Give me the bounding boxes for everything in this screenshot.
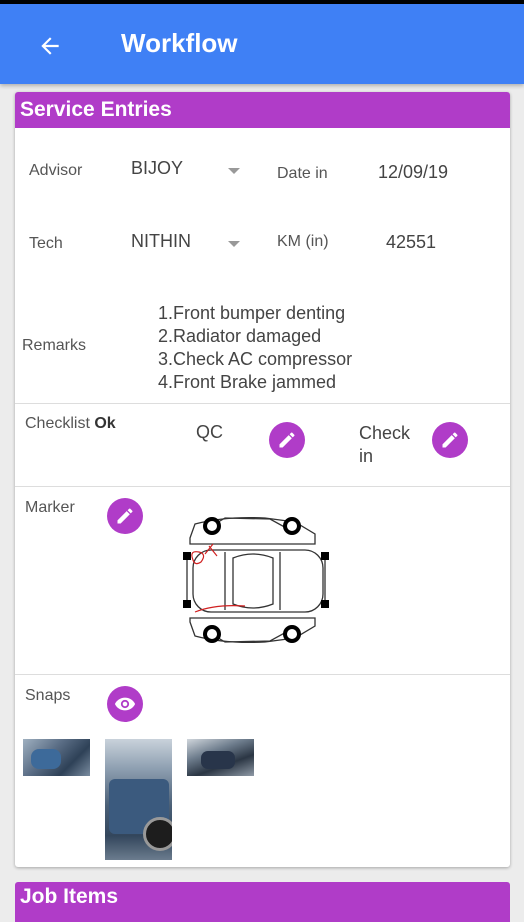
car-photo-shape: [201, 751, 235, 769]
snap-thumbnail[interactable]: [105, 739, 172, 860]
tech-value: NITHIN: [131, 231, 191, 251]
advisor-dropdown[interactable]: BIJOY: [125, 152, 250, 186]
arrow-left-icon: [41, 37, 59, 55]
tech-label: Tech: [29, 235, 63, 252]
marker-edit-button[interactable]: [107, 498, 143, 534]
back-button[interactable]: [30, 26, 70, 66]
service-entries-header: Service Entries: [15, 92, 510, 128]
marker-label: Marker: [25, 499, 75, 516]
tech-dropdown[interactable]: NITHIN: [125, 225, 250, 259]
remark-line: 4.Front Brake jammed: [158, 372, 337, 392]
divider: [15, 403, 510, 404]
divider: [15, 486, 510, 487]
pencil-icon: [117, 508, 133, 524]
service-entries-card: Service Entries Advisor BIJOY Date in 12…: [15, 92, 510, 867]
remarks-label: Remarks: [22, 337, 87, 354]
snaps-view-button[interactable]: [107, 686, 143, 722]
check-in-label: Check in: [359, 422, 410, 468]
caret-down-icon: [228, 168, 240, 174]
check-in-edit-button[interactable]: [432, 422, 468, 458]
check-in-label-line: Check: [359, 423, 411, 443]
car-diagram-marker[interactable]: [165, 514, 335, 649]
app-bar: Workflow: [0, 4, 524, 84]
pencil-icon: [279, 432, 295, 448]
km-in-value[interactable]: 42551: [386, 232, 436, 253]
snap-thumbnail[interactable]: [187, 739, 254, 776]
advisor-label: Advisor: [29, 162, 83, 179]
wheel-photo-shape: [143, 817, 172, 851]
app-title: Workflow: [121, 28, 238, 58]
checklist-label: Checklist Ok: [25, 415, 116, 433]
job-items-card: Job Items: [15, 882, 510, 922]
km-in-label: KM (in): [277, 233, 329, 250]
remarks-text[interactable]: 1.Front bumper denting 2.Radiator damage…: [158, 302, 352, 394]
date-in-value[interactable]: 12/09/19: [378, 162, 448, 183]
caret-down-icon: [228, 241, 240, 247]
checklist-status: Ok: [94, 415, 116, 432]
remark-line: 3.Check AC compressor: [158, 349, 353, 369]
checklist-label-text: Checklist: [25, 415, 90, 432]
job-items-header: Job Items: [20, 885, 119, 908]
pencil-icon: [442, 432, 458, 448]
qc-label: QC: [196, 422, 223, 442]
snaps-label: Snaps: [25, 687, 71, 704]
check-in-label-line: in: [359, 446, 374, 466]
qc-edit-button[interactable]: [269, 422, 305, 458]
divider: [15, 674, 510, 675]
remark-line: 1.Front bumper denting: [158, 303, 346, 323]
car-photo-shape: [31, 749, 61, 769]
advisor-value: BIJOY: [131, 158, 184, 178]
snap-thumbnail[interactable]: [23, 739, 90, 776]
remark-line: 2.Radiator damaged: [158, 326, 322, 346]
eye-icon: [114, 697, 136, 711]
date-in-label: Date in: [277, 165, 328, 182]
